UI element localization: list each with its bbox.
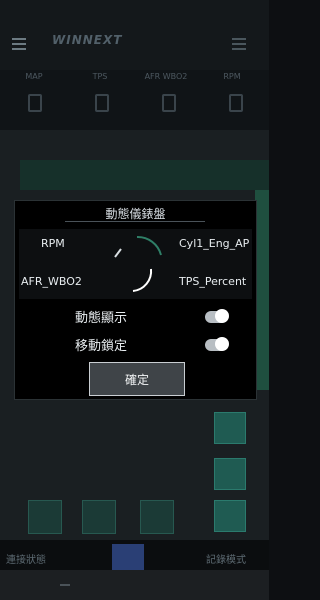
toggle-lock[interactable] xyxy=(205,337,229,351)
app-logo: WINNEXT xyxy=(52,33,123,47)
gauge-dialog: 動態儀錶盤 RPM Cyl1_Eng_AP AFR_WBO2 TPS_Perce… xyxy=(14,200,257,400)
bottom-button-1[interactable] xyxy=(28,500,62,534)
close-button[interactable] xyxy=(214,458,246,490)
gauge-slot-icon xyxy=(162,94,176,112)
gauge-item-right-1[interactable]: Cyl1_Eng_AP xyxy=(179,237,251,250)
gauge-item-right-2[interactable]: TPS_Percent xyxy=(179,275,251,288)
footer-status: 連接狀態 xyxy=(6,555,46,566)
dialog-title: 動態儀錶盤 xyxy=(105,207,166,221)
grid-button[interactable] xyxy=(214,500,246,532)
toggle-dynamic[interactable] xyxy=(205,309,229,323)
chart-button[interactable] xyxy=(214,412,246,444)
nav-back-icon[interactable] xyxy=(60,584,70,586)
gauge-tab-map[interactable]: MAP xyxy=(4,72,64,81)
gauge-arc-icon xyxy=(114,235,162,292)
footer-mode: 記錄模式 xyxy=(206,555,246,566)
toggle-label-lock: 移動鎖定 xyxy=(75,339,128,354)
background-side-panel xyxy=(255,190,269,390)
title-divider xyxy=(65,221,205,222)
gauge-slot-icon xyxy=(28,94,42,112)
top-bar: WINNEXT xyxy=(0,0,269,70)
gauge-slot-icon xyxy=(229,94,243,112)
gauge-tab-rpm[interactable]: RPM xyxy=(202,72,262,81)
gauge-tab-tps[interactable]: TPS xyxy=(70,72,130,81)
background-strip xyxy=(20,160,269,190)
bottom-button-3[interactable] xyxy=(140,500,174,534)
menu-icon[interactable] xyxy=(12,38,26,50)
gauge-item-left-2[interactable]: AFR_WBO2 xyxy=(21,275,82,288)
gauge-slot-icon xyxy=(95,94,109,112)
footer-action-button[interactable] xyxy=(112,544,144,572)
gauge-tabs: MAP TPS AFR WBO2 RPM xyxy=(0,70,269,130)
gauge-tab-afr[interactable]: AFR WBO2 xyxy=(136,72,196,81)
gauge-item-left-1[interactable]: RPM xyxy=(41,237,65,250)
ok-button[interactable]: 確定 xyxy=(89,362,185,396)
gauge-list: RPM Cyl1_Eng_AP AFR_WBO2 TPS_Percent xyxy=(19,229,252,299)
bottom-button-2[interactable] xyxy=(82,500,116,534)
system-nav-bar xyxy=(0,570,269,600)
options-icon[interactable] xyxy=(232,38,246,50)
toggle-label-dynamic: 動態顯示 xyxy=(75,311,128,326)
